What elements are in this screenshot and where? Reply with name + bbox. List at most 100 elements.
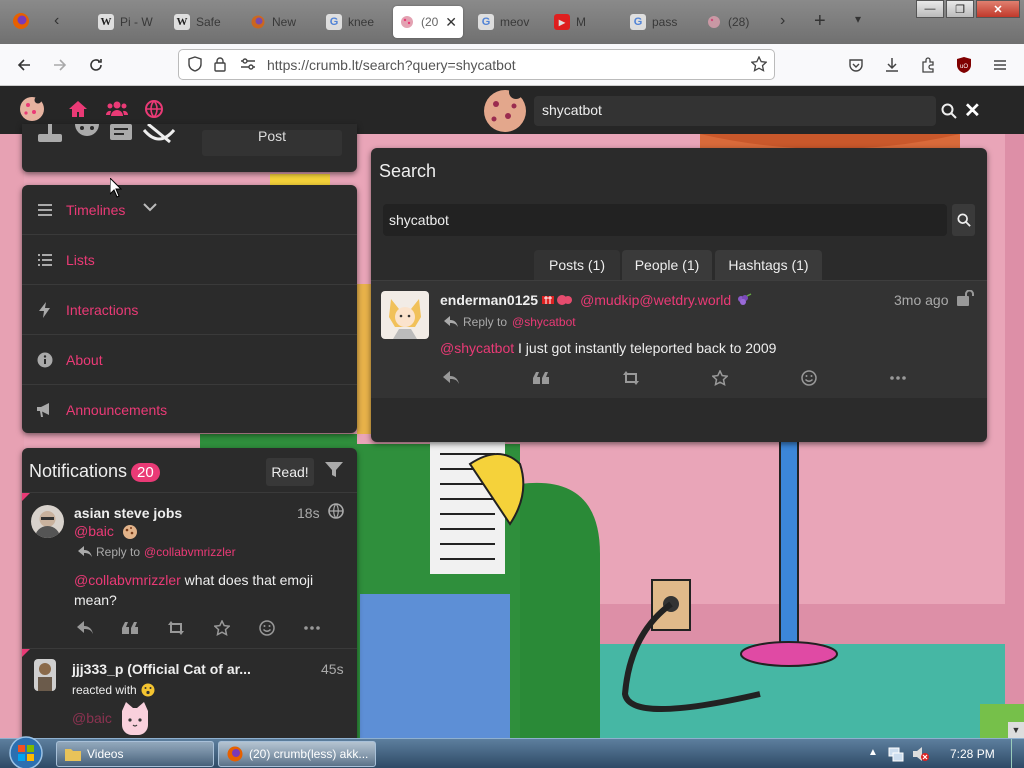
author-handle[interactable]: @mudkip@wetdry.world xyxy=(580,292,731,308)
tab-posts[interactable]: Posts (1) xyxy=(534,250,620,280)
home-icon[interactable] xyxy=(68,100,88,118)
reply-arrow-icon xyxy=(78,546,92,558)
tab-4-active[interactable]: (20 ✕ xyxy=(393,6,463,38)
volume-muted-icon[interactable] xyxy=(912,746,930,762)
reply-icon[interactable] xyxy=(77,621,93,635)
tab-3[interactable]: G knee xyxy=(320,6,390,38)
poll-icon[interactable] xyxy=(110,124,132,142)
window-close-icon[interactable]: ✕ xyxy=(976,0,1020,18)
post-button[interactable]: Post xyxy=(202,129,342,156)
reply-label: Reply to xyxy=(96,545,141,559)
tab-7[interactable]: G pass xyxy=(624,6,694,38)
quote-icon[interactable] xyxy=(122,622,138,634)
search-submit-icon[interactable] xyxy=(952,204,975,236)
reply-target[interactable]: @shycatbot xyxy=(512,315,576,329)
taskbar-item-videos[interactable]: Videos xyxy=(56,741,214,767)
author-name[interactable]: enderman0125 xyxy=(440,292,538,308)
avatar[interactable] xyxy=(31,505,64,538)
react-emoji-icon[interactable] xyxy=(259,620,275,636)
quote-icon[interactable] xyxy=(533,372,549,384)
shield-icon[interactable] xyxy=(187,56,203,72)
favourite-star-icon[interactable] xyxy=(214,620,230,636)
reply-target[interactable]: @collabvmrizzler xyxy=(144,545,236,559)
show-hidden-icons[interactable]: ▲ xyxy=(868,747,878,758)
header-search-input[interactable]: shycatbot xyxy=(534,96,936,126)
pocket-icon[interactable] xyxy=(844,53,868,77)
author-name[interactable]: asian steve jobs xyxy=(74,505,182,521)
boost-icon[interactable] xyxy=(167,621,185,635)
author-name[interactable]: jjj333_p (Official Cat of ar... xyxy=(72,661,251,677)
close-tab-icon[interactable]: ✕ xyxy=(445,14,457,31)
lock-icon[interactable] xyxy=(213,56,227,72)
unread-marker xyxy=(22,493,30,501)
menu-item-timelines[interactable]: Timelines xyxy=(22,185,357,235)
react-emoji-icon[interactable] xyxy=(801,370,817,386)
forward-icon[interactable] xyxy=(48,53,72,77)
ublock-icon[interactable]: uO xyxy=(952,53,976,77)
scroll-down-icon[interactable]: ▼ xyxy=(1008,722,1024,738)
permissions-icon[interactable] xyxy=(239,56,257,72)
favourite-star-icon[interactable] xyxy=(712,370,728,386)
handle[interactable]: @baic xyxy=(72,710,112,726)
bookmark-star-icon[interactable] xyxy=(751,56,767,72)
tab-5[interactable]: G meov xyxy=(472,6,542,38)
back-icon[interactable] xyxy=(12,53,36,77)
filter-icon[interactable] xyxy=(325,462,343,478)
firefox-icon[interactable] xyxy=(12,12,30,30)
crumb-logo[interactable] xyxy=(18,95,46,123)
handle[interactable]: @baic xyxy=(74,523,138,540)
taskbar-item-firefox[interactable]: (20) crumb(less) akk... xyxy=(218,741,376,767)
show-desktop-button[interactable] xyxy=(1011,739,1024,768)
timestamp[interactable]: 45s xyxy=(321,661,344,677)
maximize-icon[interactable]: ❐ xyxy=(946,0,974,18)
search-result-post[interactable]: enderman0125 @mudkip@wetdry.world 3mo ag… xyxy=(371,280,987,398)
new-tab-icon[interactable]: + xyxy=(814,10,826,33)
more-options-icon[interactable] xyxy=(890,376,906,380)
scroll-tabs-right-icon[interactable]: › xyxy=(780,12,785,30)
boost-icon[interactable] xyxy=(622,371,640,385)
url-bar[interactable]: https://crumb.lt/search?query=shycatbot xyxy=(178,49,775,80)
minimize-icon[interactable]: — xyxy=(916,0,944,18)
menu-icon[interactable] xyxy=(988,53,1012,77)
avatar[interactable] xyxy=(34,659,56,691)
timestamp[interactable]: 18s xyxy=(297,505,320,521)
notification-item[interactable]: jjj333_p (Official Cat of ar... 45s reac… xyxy=(22,648,357,748)
tab-hashtags[interactable]: Hashtags (1) xyxy=(715,250,822,280)
reaction-label: reacted with xyxy=(72,683,137,697)
tab-1[interactable]: W Safe xyxy=(168,6,238,38)
visibility-icon[interactable] xyxy=(142,124,176,144)
tab-people[interactable]: People (1) xyxy=(622,250,712,280)
mention-link[interactable]: @collabvmrizzler xyxy=(74,572,181,588)
mention-link[interactable]: @shycatbot xyxy=(440,340,514,356)
tab-6[interactable]: ▶ M xyxy=(548,6,618,38)
menu-item-about[interactable]: About xyxy=(22,335,357,385)
avatar[interactable] xyxy=(381,291,429,339)
chevron-down-icon[interactable] xyxy=(143,202,157,212)
network-icon[interactable] xyxy=(888,746,904,762)
close-search-icon[interactable]: ✕ xyxy=(964,98,981,123)
scroll-tabs-left-icon[interactable]: ‹ xyxy=(54,12,59,30)
reload-icon[interactable] xyxy=(84,53,108,77)
menu-item-announcements[interactable]: Announcements xyxy=(22,385,357,435)
emoji-icon[interactable] xyxy=(74,124,100,144)
users-icon[interactable] xyxy=(106,100,128,118)
tab-8[interactable]: (28) xyxy=(700,6,770,38)
downloads-icon[interactable] xyxy=(880,53,904,77)
system-clock[interactable]: 7:28 PM xyxy=(950,747,995,761)
notification-item[interactable]: asian steve jobs 18s @baic Reply to @col… xyxy=(22,492,357,648)
timestamp[interactable]: 3mo ago xyxy=(894,292,948,308)
tab-0[interactable]: W Pi - W xyxy=(92,6,162,38)
more-options-icon[interactable] xyxy=(304,626,320,630)
tab-2[interactable]: New xyxy=(244,6,314,38)
upload-icon[interactable] xyxy=(36,124,64,144)
list-all-tabs-icon[interactable]: ▾ xyxy=(855,12,861,26)
menu-item-lists[interactable]: Lists xyxy=(22,235,357,285)
menu-item-interactions[interactable]: Interactions xyxy=(22,285,357,335)
mark-read-button[interactable]: Read! xyxy=(266,458,314,486)
start-button[interactable] xyxy=(6,736,46,768)
extensions-icon[interactable] xyxy=(916,53,940,77)
reply-icon[interactable] xyxy=(443,371,459,385)
globe-icon[interactable] xyxy=(145,100,163,118)
search-input[interactable]: shycatbot xyxy=(383,204,947,236)
header-search-icon[interactable] xyxy=(937,96,961,126)
